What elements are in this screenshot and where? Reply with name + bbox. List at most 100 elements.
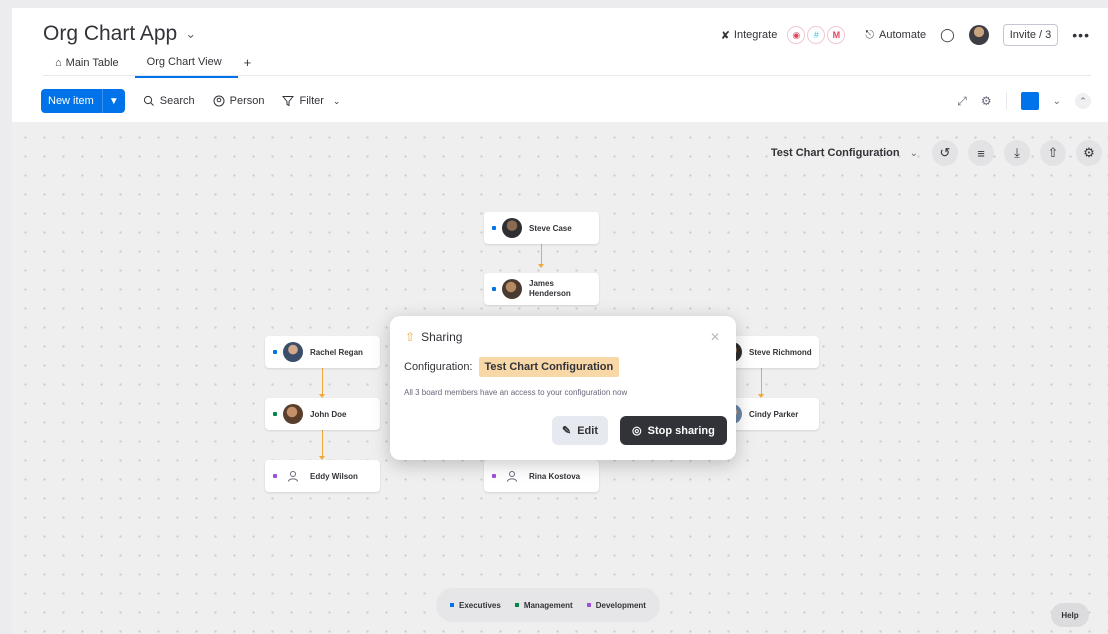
toolbar-right-actions: ⤢ ⚙ ⌄ ⌃ <box>957 89 1091 113</box>
share-icon: ⇧ <box>405 330 416 344</box>
new-item-button[interactable]: New item ▼ <box>41 89 125 113</box>
edit-button[interactable]: ✎ Edit <box>552 416 608 445</box>
chevron-down-icon[interactable]: ⌄ <box>185 26 196 42</box>
person-label: Person <box>229 95 265 107</box>
person-icon <box>213 95 225 107</box>
robot-icon: ⎋ <box>865 28 875 41</box>
board-toolbar: New item ▼ Search Person Filter ⌄ ⤢ ⚙ ⌄ … <box>41 89 1091 113</box>
avatar <box>283 404 303 424</box>
search-icon <box>143 95 154 106</box>
configuration-bar: Test Chart Configuration ⌄ ↺ ≡ ⤓ ⇧ ⚙ <box>771 140 1102 166</box>
node-name: Rina Kostova <box>529 471 581 481</box>
reset-icon[interactable]: ↺ <box>932 140 958 166</box>
tab-main-table[interactable]: ⌂ Main Table <box>43 57 135 77</box>
legend-label: Executives <box>459 600 501 610</box>
tab-label: Org Chart View <box>146 56 222 68</box>
board-header: Org Chart App ⌄ ⌂ Main Table Org Chart V… <box>12 8 1108 122</box>
node-name: James Henderson <box>529 279 571 298</box>
chevron-down-icon[interactable]: ▼ <box>101 89 125 113</box>
filter-button[interactable]: Filter ⌄ <box>282 95 340 107</box>
header-actions: ✘ Integrate ◉ # M ⎋ Automate ◯ Invite / … <box>721 24 1090 46</box>
stop-icon: ◎ <box>632 425 642 437</box>
org-chart-canvas[interactable]: Test Chart Configuration ⌄ ↺ ≡ ⤓ ⇧ ⚙ Ste… <box>12 122 1108 634</box>
integration-icons: ◉ # M <box>787 26 846 44</box>
dialog-title: ⇧ Sharing <box>405 330 462 344</box>
sharing-status-text: All 3 board members have an access to yo… <box>404 388 628 397</box>
integrate-label: Integrate <box>733 29 778 41</box>
board-title-text: Org Chart App <box>43 22 178 45</box>
configuration-tag: Test Chart Configuration <box>478 357 620 377</box>
search-label: Search <box>159 95 195 107</box>
connector-line <box>322 430 323 456</box>
node-name: Eddy Wilson <box>310 471 358 481</box>
chevron-down-icon[interactable]: ⌄ <box>910 148 918 159</box>
org-node-rina-kostova[interactable]: Rina Kostova <box>484 460 599 492</box>
automate-label: Automate <box>879 29 927 41</box>
help-button[interactable]: Help <box>1051 603 1089 627</box>
stop-sharing-button[interactable]: ◎ Stop sharing <box>620 416 727 445</box>
filter-label: Filter <box>299 95 324 107</box>
automate-button[interactable]: ⎋ Automate <box>865 29 926 42</box>
avatar <box>502 279 522 299</box>
group-marker <box>492 474 496 478</box>
legend-label: Development <box>595 600 646 610</box>
group-marker <box>273 474 277 478</box>
legend-swatch <box>450 603 454 607</box>
org-node-james-henderson[interactable]: James Henderson <box>484 273 599 305</box>
avatar <box>283 342 303 362</box>
group-marker <box>492 287 496 291</box>
org-node-eddy-wilson[interactable]: Eddy Wilson <box>265 460 380 492</box>
dialog-title-text: Sharing <box>421 330 463 344</box>
share-icon[interactable]: ⇧ <box>1040 140 1066 166</box>
fullscreen-icon[interactable]: ⤢ <box>957 94 967 109</box>
connector-line <box>322 368 323 394</box>
integration-app-icon: ◉ <box>787 26 806 44</box>
chevron-down-icon[interactable]: ⌄ <box>1053 96 1061 107</box>
collapse-header-icon[interactable]: ⌃ <box>1075 93 1091 109</box>
configuration-label: Configuration: <box>404 361 473 373</box>
gear-icon[interactable]: ⚙ <box>1076 140 1102 166</box>
group-marker <box>273 412 277 416</box>
person-icon <box>283 466 303 486</box>
avatar[interactable] <box>968 25 989 45</box>
board-title[interactable]: Org Chart App ⌄ <box>43 22 196 46</box>
gmail-icon: M <box>827 26 846 44</box>
node-name: Steve Case <box>529 223 572 233</box>
integrate-icon: ✘ <box>720 29 730 42</box>
connector-arrow <box>538 264 544 268</box>
node-name: John Doe <box>310 409 347 419</box>
legend-item-management: Management <box>514 600 573 610</box>
download-icon[interactable]: ⤓ <box>1004 140 1030 166</box>
pencil-icon: ✎ <box>562 425 572 437</box>
updates-icon[interactable]: ◯ <box>940 27 955 43</box>
avatar <box>502 218 522 238</box>
view-type-icon[interactable] <box>1020 92 1039 110</box>
group-marker <box>492 226 496 230</box>
connector-line <box>761 368 762 394</box>
invite-button[interactable]: Invite / 3 <box>1002 24 1059 46</box>
close-icon[interactable]: ✕ <box>710 330 720 344</box>
group-marker <box>273 350 277 354</box>
org-node-rachel-regan[interactable]: Rachel Regan <box>265 336 380 368</box>
align-icon[interactable]: ≡ <box>968 140 994 166</box>
legend-swatch <box>514 603 519 607</box>
search-button[interactable]: Search <box>143 95 195 107</box>
legend-label: Management <box>523 600 573 610</box>
chevron-down-icon[interactable]: ⌄ <box>333 96 341 107</box>
person-filter-button[interactable]: Person <box>213 95 265 107</box>
integrate-button[interactable]: ✘ Integrate ◉ # M <box>721 26 846 44</box>
sharing-dialog: ⇧ Sharing ✕ Configuration: Test Chart Co… <box>390 316 736 460</box>
legend-item-executives: Executives <box>450 601 501 610</box>
person-icon <box>502 466 522 486</box>
more-icon[interactable]: ••• <box>1072 27 1090 43</box>
settings-icon[interactable]: ⚙ <box>981 94 992 108</box>
org-node-john-doe[interactable]: John Doe <box>265 398 380 430</box>
org-node-steve-case[interactable]: Steve Case <box>484 212 599 244</box>
configuration-select[interactable]: Test Chart Configuration <box>771 147 900 159</box>
home-icon: ⌂ <box>55 56 62 69</box>
node-name: Cindy Parker <box>749 409 799 419</box>
node-name: Steve Richmond <box>749 347 812 357</box>
dialog-configuration-row: Configuration: Test Chart Configuration <box>404 357 620 377</box>
edit-label: Edit <box>577 424 598 437</box>
connector-line <box>541 242 542 264</box>
